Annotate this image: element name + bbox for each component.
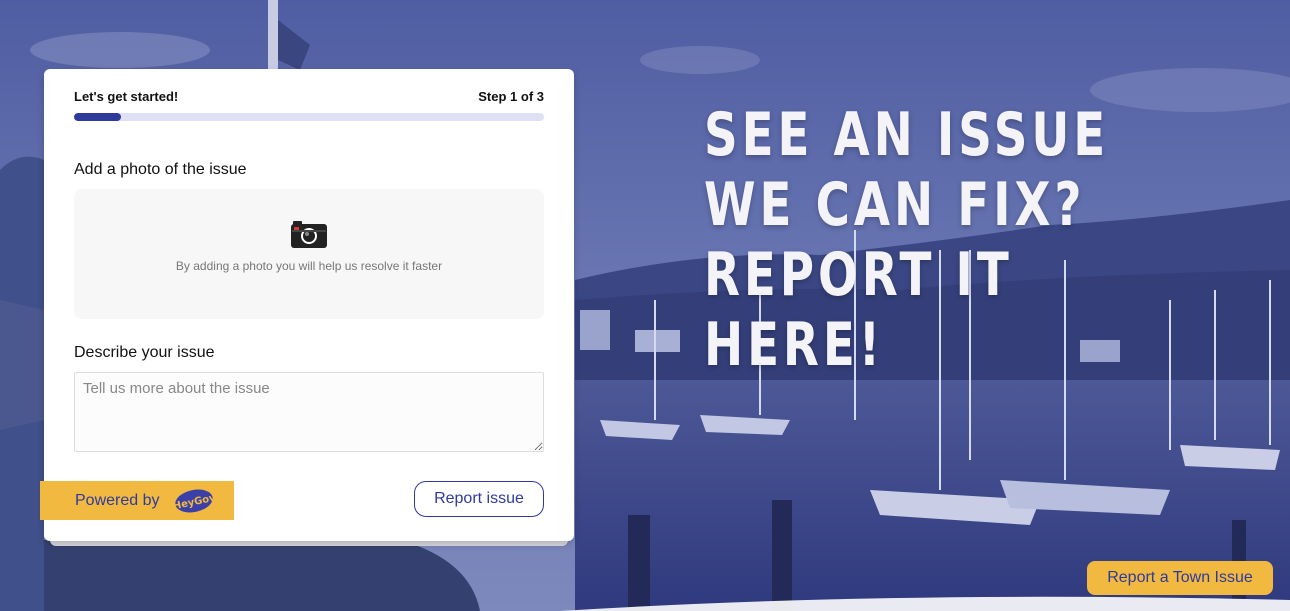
report-town-issue-button[interactable]: Report a Town Issue [1087,561,1273,595]
report-form-card: Let's get started! Step 1 of 3 Add a pho… [44,69,574,541]
heygov-logo: HeyGov [174,489,214,512]
step-indicator: Step 1 of 3 [478,89,544,104]
report-issue-button[interactable]: Report issue [414,481,544,517]
photo-hint: By adding a photo you will help us resol… [175,259,443,273]
powered-by-text: Powered by [75,491,160,509]
description-textarea[interactable] [74,372,544,452]
describe-label: Describe your issue [74,344,215,361]
hero-headline: SEE AN ISSUE WE CAN FIX? REPORT IT HERE! [704,100,1110,380]
photo-upload-zone[interactable]: By adding a photo you will help us resol… [74,189,544,319]
progress-bar [74,113,544,121]
intro-text: Let's get started! [74,89,179,104]
photo-label: Add a photo of the issue [74,161,247,178]
camera-icon [291,221,327,248]
powered-by-badge[interactable]: Powered by HeyGov [40,481,234,520]
progress-header: Let's get started! Step 1 of 3 [74,89,544,104]
progress-bar-fill [74,113,121,121]
